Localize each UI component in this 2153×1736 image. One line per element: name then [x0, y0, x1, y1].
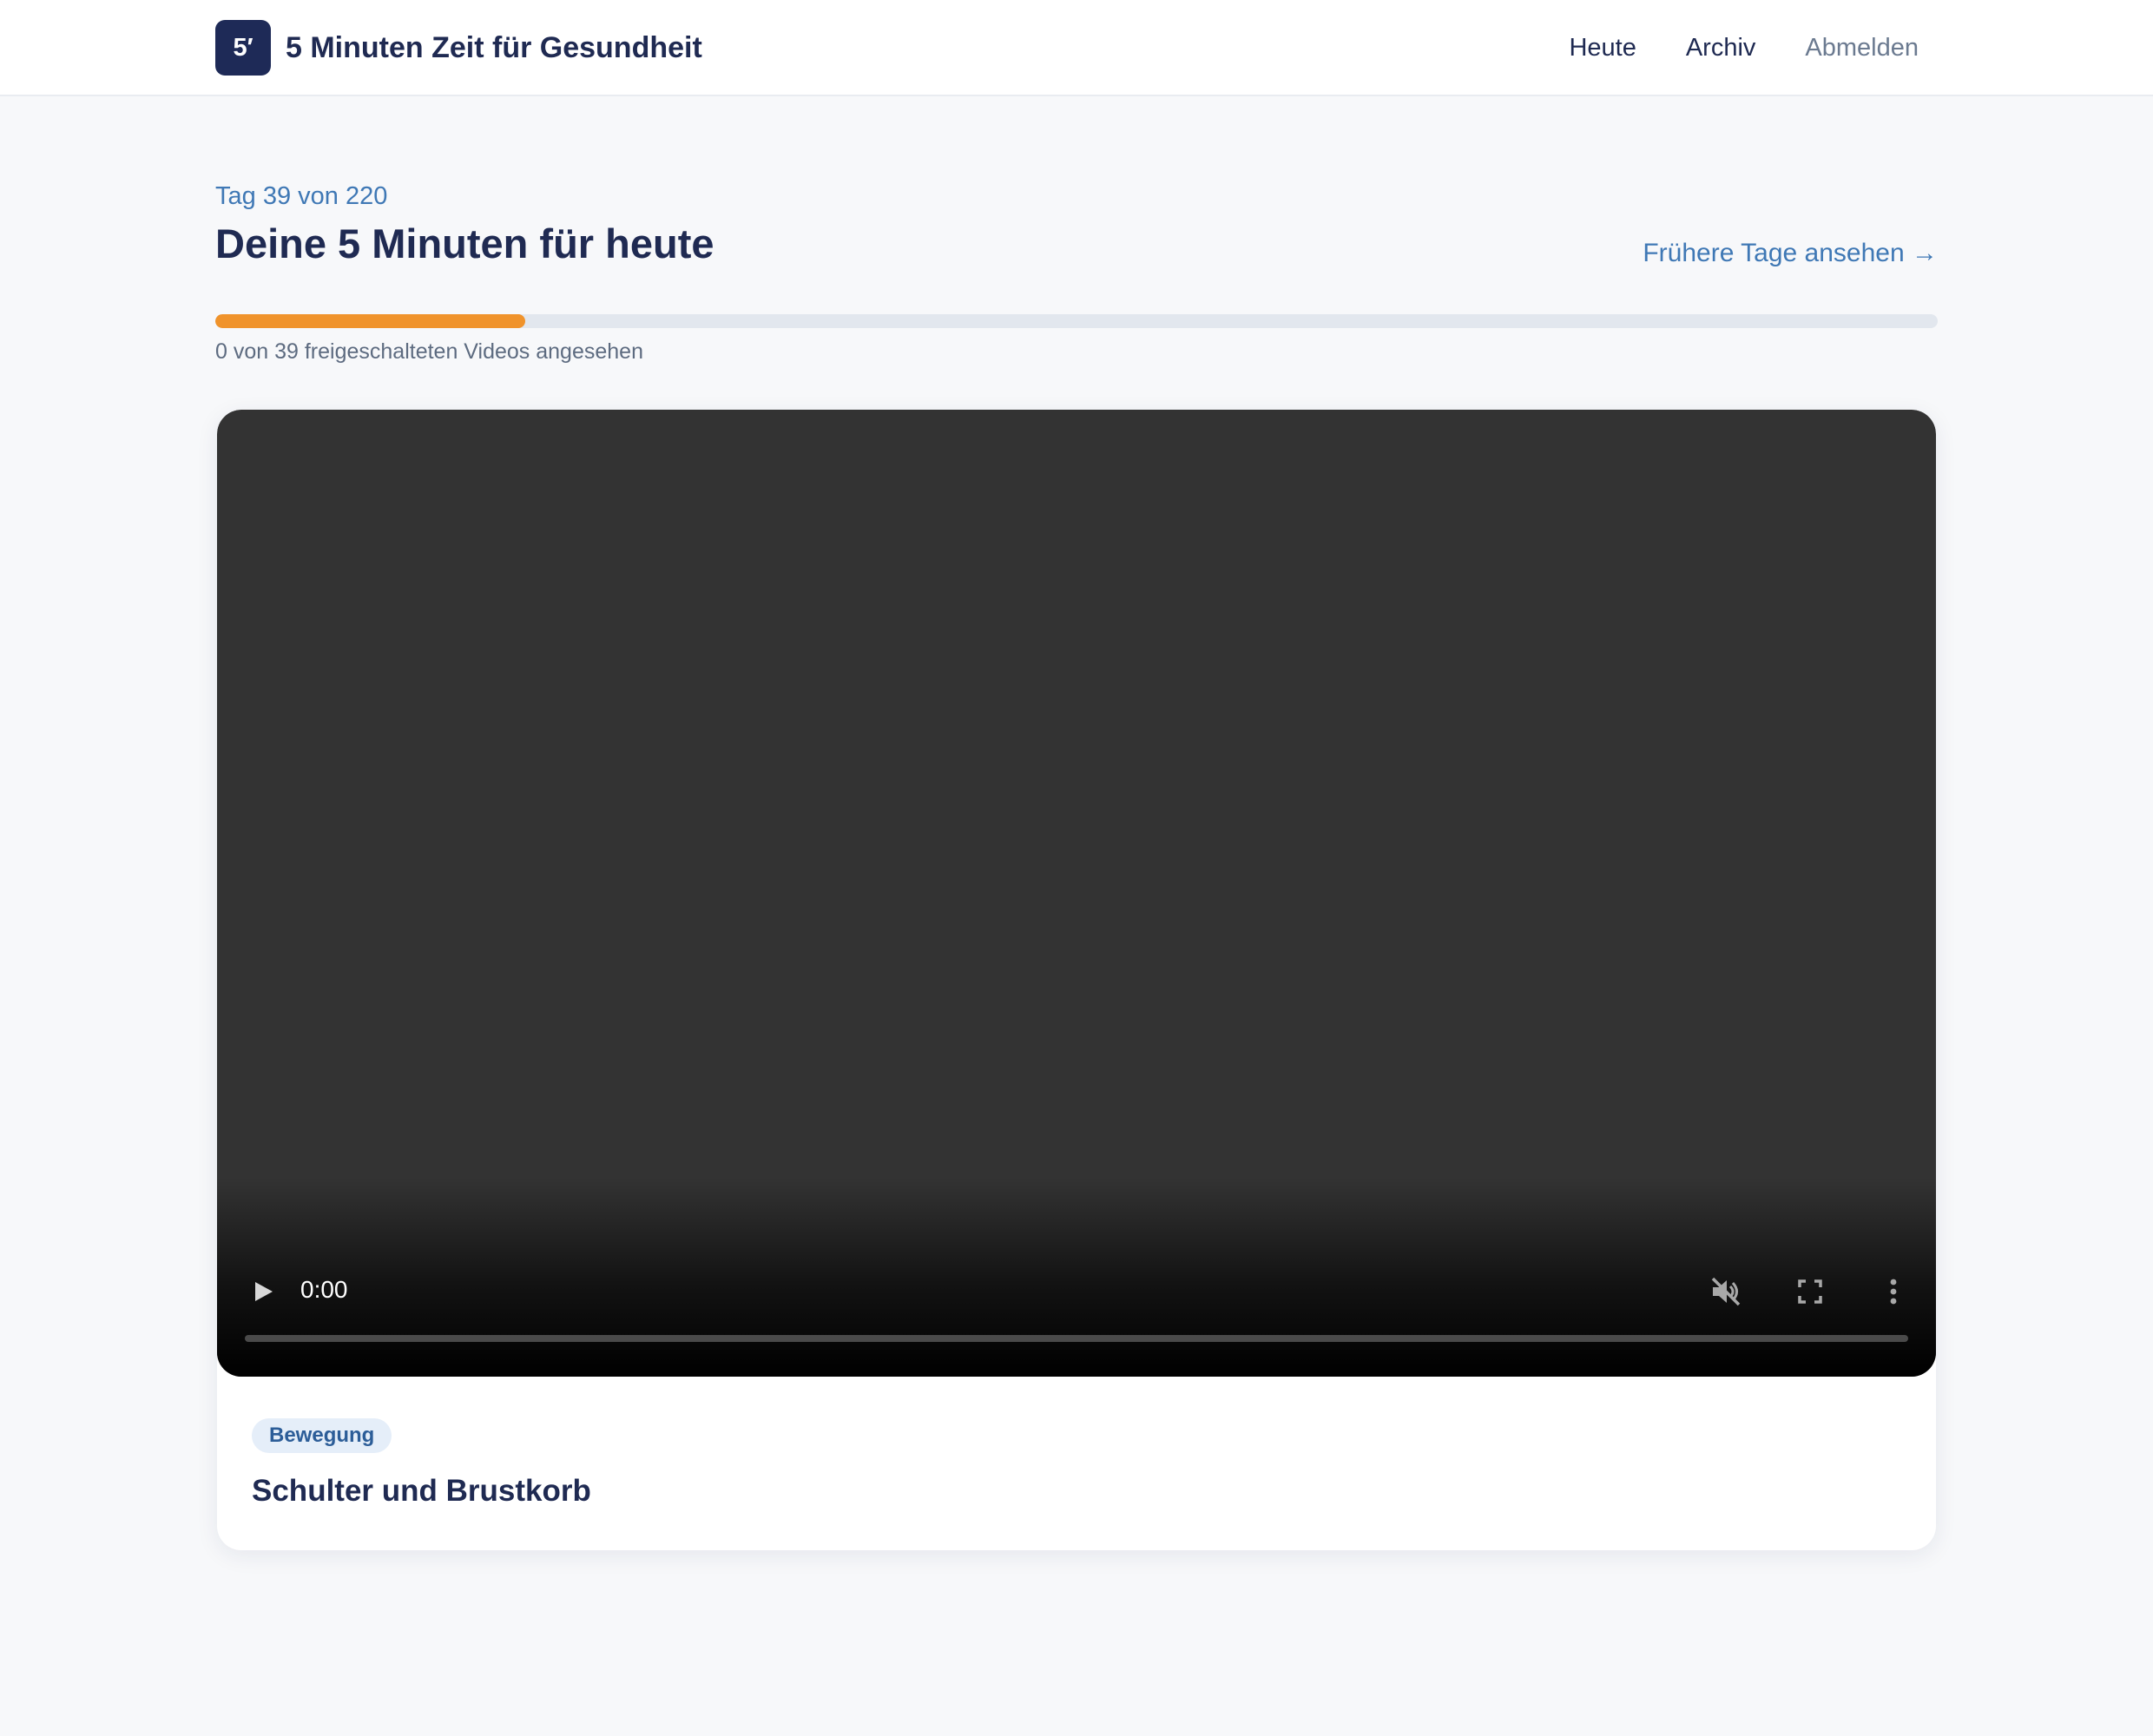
progress-bar	[215, 314, 1938, 328]
app-title: 5 Minuten Zeit für Gesundheit	[286, 30, 702, 64]
muted-volume-icon[interactable]	[1709, 1274, 1743, 1309]
app-logo: 5′	[215, 20, 271, 76]
nav-link-today[interactable]: Heute	[1569, 34, 1636, 62]
day-counter: Tag 39 von 220	[215, 182, 388, 210]
top-navigation-bar: 5′ 5 Minuten Zeit für Gesundheit Heute A…	[0, 0, 2153, 96]
more-vertical-icon[interactable]	[1876, 1274, 1911, 1309]
progress-bar-fill	[215, 314, 526, 328]
current-time: 0:00	[300, 1276, 348, 1303]
category-badge: Bewegung	[252, 1418, 392, 1453]
previous-days-link[interactable]: Frühere Tage ansehen →	[1643, 239, 1938, 268]
progress-label: 0 von 39 freigeschalteten Videos angeseh…	[215, 339, 643, 364]
main-nav: Heute Archiv Abmelden	[1519, 0, 1919, 96]
page-title: Deine 5 Minuten für heute	[215, 220, 714, 266]
fullscreen-icon[interactable]	[1793, 1274, 1827, 1309]
video-title: Schulter und Brustkorb	[252, 1474, 591, 1508]
video-card: 0:00 Bewegung Schulter und Brustkorb	[217, 410, 1936, 1550]
nav-link-archive[interactable]: Archiv	[1686, 34, 1756, 62]
play-icon[interactable]	[250, 1279, 276, 1305]
brand[interactable]: 5′ 5 Minuten Zeit für Gesundheit	[215, 20, 702, 76]
video-player[interactable]: 0:00	[217, 410, 1936, 1377]
video-progress-slider[interactable]	[245, 1335, 1908, 1342]
video-controls-gradient	[217, 1177, 1936, 1377]
logout-link[interactable]: Abmelden	[1805, 34, 1919, 62]
